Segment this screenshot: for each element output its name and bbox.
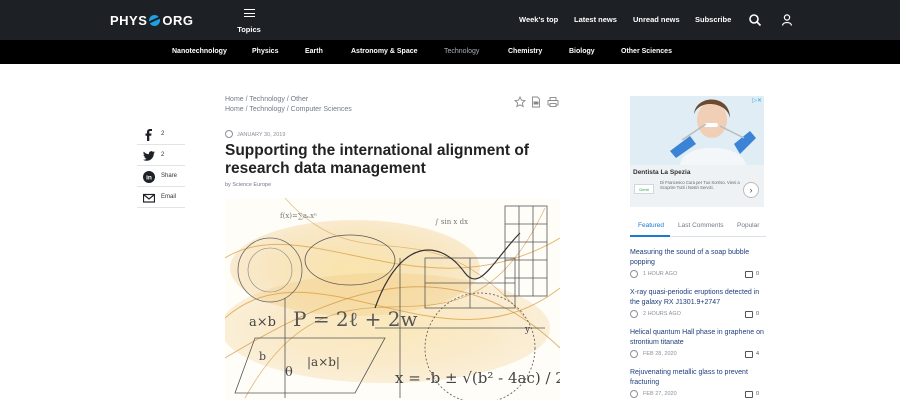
svg-text:f(x)=∑aₙxⁿ: f(x)=∑aₙxⁿ bbox=[280, 212, 317, 220]
nav-subscribe[interactable]: Subscribe bbox=[695, 15, 731, 24]
news-item-title[interactable]: Rejuvenating metallic glass to prevent f… bbox=[630, 368, 768, 388]
pdf-icon[interactable] bbox=[530, 96, 542, 108]
clock-icon bbox=[630, 270, 638, 278]
comment-icon bbox=[745, 351, 753, 358]
news-item-comment-count: 0 bbox=[756, 391, 760, 397]
category-chemistry[interactable]: Chemistry bbox=[508, 48, 542, 55]
share-twitter-button[interactable]: 2 bbox=[137, 145, 185, 166]
category-earth[interactable]: Earth bbox=[305, 48, 323, 55]
ad-chevron-right-icon[interactable]: › bbox=[743, 182, 759, 198]
linkedin-icon: in bbox=[143, 171, 155, 183]
linkedin-share-label: Share bbox=[161, 173, 178, 179]
svg-text:|a×b|: |a×b| bbox=[307, 355, 340, 369]
category-nanotechnology[interactable]: Nanotechnology bbox=[172, 48, 227, 55]
image-formula-quadratic: x = -b ± √(b² - 4ac) / 2a bbox=[395, 369, 560, 387]
ad-logo: Denti bbox=[634, 184, 654, 194]
svg-text:a×b: a×b bbox=[249, 315, 276, 330]
breadcrumb: Home / Technology / Other bbox=[225, 96, 309, 103]
breadcrumb-computer-sciences[interactable]: Computer Sciences bbox=[291, 106, 352, 113]
adchoices-icon[interactable]: ▷✕ bbox=[752, 97, 762, 104]
news-item-comment-count: 4 bbox=[756, 351, 760, 357]
news-item-title[interactable]: X-ray quasi-periodic eruptions detected … bbox=[630, 288, 768, 308]
news-item-time: FEB 28, 2020 bbox=[643, 351, 677, 357]
share-facebook-button[interactable]: 2 bbox=[137, 124, 185, 145]
nav-weeks-top[interactable]: Week's top bbox=[519, 15, 558, 24]
article-hero-image[interactable]: P = 2ℓ + 2w x = -b ± √(b² - 4ac) / 2a a×… bbox=[225, 198, 560, 400]
svg-text:b: b bbox=[259, 350, 266, 363]
facebook-icon bbox=[145, 129, 152, 141]
logo-text-left: PHYS bbox=[110, 13, 148, 28]
tab-featured[interactable]: Featured bbox=[638, 222, 664, 229]
bookmark-star-icon[interactable] bbox=[514, 96, 526, 108]
comment-icon bbox=[745, 391, 753, 398]
ad-image bbox=[630, 96, 764, 165]
email-icon bbox=[143, 193, 155, 203]
breadcrumb-secondary: Home / Technology / Computer Sciences bbox=[225, 106, 352, 113]
topics-menu-button[interactable]: Topics bbox=[237, 9, 261, 37]
comment-icon bbox=[745, 311, 753, 318]
breadcrumb-other[interactable]: Other bbox=[291, 96, 309, 103]
clock-icon bbox=[630, 390, 638, 398]
math-illustration: P = 2ℓ + 2w x = -b ± √(b² - 4ac) / 2a a×… bbox=[225, 198, 560, 400]
breadcrumb-home-2[interactable]: Home bbox=[225, 106, 244, 113]
clock-icon bbox=[630, 310, 638, 318]
topics-label: Topics bbox=[237, 25, 261, 34]
email-share-label: Email bbox=[161, 194, 177, 200]
tab-last-comments[interactable]: Last Comments bbox=[678, 222, 724, 229]
svg-text:y: y bbox=[524, 325, 531, 335]
news-item-comment-count: 0 bbox=[756, 311, 760, 317]
comment-icon bbox=[745, 271, 753, 278]
svg-text:θ: θ bbox=[285, 365, 293, 380]
nav-latest-news[interactable]: Latest news bbox=[574, 15, 617, 24]
twitter-share-count: 2 bbox=[161, 152, 165, 158]
category-bar: Nanotechnology Physics Earth Astronomy &… bbox=[0, 40, 900, 64]
svg-text:in: in bbox=[146, 174, 152, 181]
clock-icon bbox=[630, 350, 638, 358]
print-icon[interactable] bbox=[547, 96, 559, 108]
image-formula-area: P = 2ℓ + 2w bbox=[293, 307, 418, 331]
news-item-title[interactable]: Measuring the sound of a soap bubble pop… bbox=[630, 248, 768, 268]
logo-text-right: ORG bbox=[162, 13, 194, 28]
ad-title[interactable]: Dentista La Spezia bbox=[633, 169, 690, 176]
news-item-time: 2 HOURS AGO bbox=[643, 311, 681, 317]
facebook-share-count: 2 bbox=[161, 131, 165, 137]
hamburger-icon bbox=[243, 9, 255, 17]
nav-unread-news[interactable]: Unread news bbox=[633, 15, 680, 24]
category-physics[interactable]: Physics bbox=[252, 48, 278, 55]
article-title: Supporting the international alignment o… bbox=[225, 142, 529, 177]
category-astronomy-space[interactable]: Astronomy & Space bbox=[351, 48, 418, 55]
news-item-time: 1 HOUR AGO bbox=[643, 271, 678, 277]
news-item-comment-count: 0 bbox=[756, 271, 760, 277]
category-other-sciences[interactable]: Other Sciences bbox=[621, 48, 672, 55]
article-byline: by Science Europe bbox=[225, 182, 272, 188]
user-icon[interactable] bbox=[780, 13, 794, 27]
category-biology[interactable]: Biology bbox=[569, 48, 595, 55]
twitter-icon bbox=[143, 151, 155, 161]
sidebar-advertisement[interactable]: ▷✕ Dentista La Spezia Denti Di Francesco… bbox=[630, 96, 764, 207]
ad-description: Di Francesco Cura per Tuo Sorriso. Vieni… bbox=[660, 180, 740, 190]
phys-org-logo[interactable]: PHYS ORG bbox=[110, 13, 194, 28]
clock-icon bbox=[225, 130, 233, 138]
breadcrumb-technology-2[interactable]: Technology bbox=[249, 106, 284, 113]
tab-active-indicator bbox=[630, 235, 670, 237]
news-item-time: FEB 27, 2020 bbox=[643, 391, 677, 397]
share-email-button[interactable]: Email bbox=[137, 187, 185, 208]
news-item-title[interactable]: Helical quantum Hall phase in graphene o… bbox=[630, 328, 768, 348]
breadcrumb-home[interactable]: Home bbox=[225, 96, 244, 103]
logo-globe-icon bbox=[149, 15, 161, 26]
top-bar: PHYS ORG Topics Week's top Latest news U… bbox=[0, 0, 900, 40]
search-icon[interactable] bbox=[748, 13, 762, 27]
svg-text:∫ sin x dx: ∫ sin x dx bbox=[435, 218, 468, 226]
share-linkedin-button[interactable]: in Share bbox=[137, 166, 185, 187]
tab-popular[interactable]: Popular bbox=[737, 222, 759, 229]
article-date: JANUARY 30, 2019 bbox=[237, 132, 286, 138]
breadcrumb-technology[interactable]: Technology bbox=[249, 96, 284, 103]
category-technology[interactable]: Technology bbox=[444, 48, 479, 55]
